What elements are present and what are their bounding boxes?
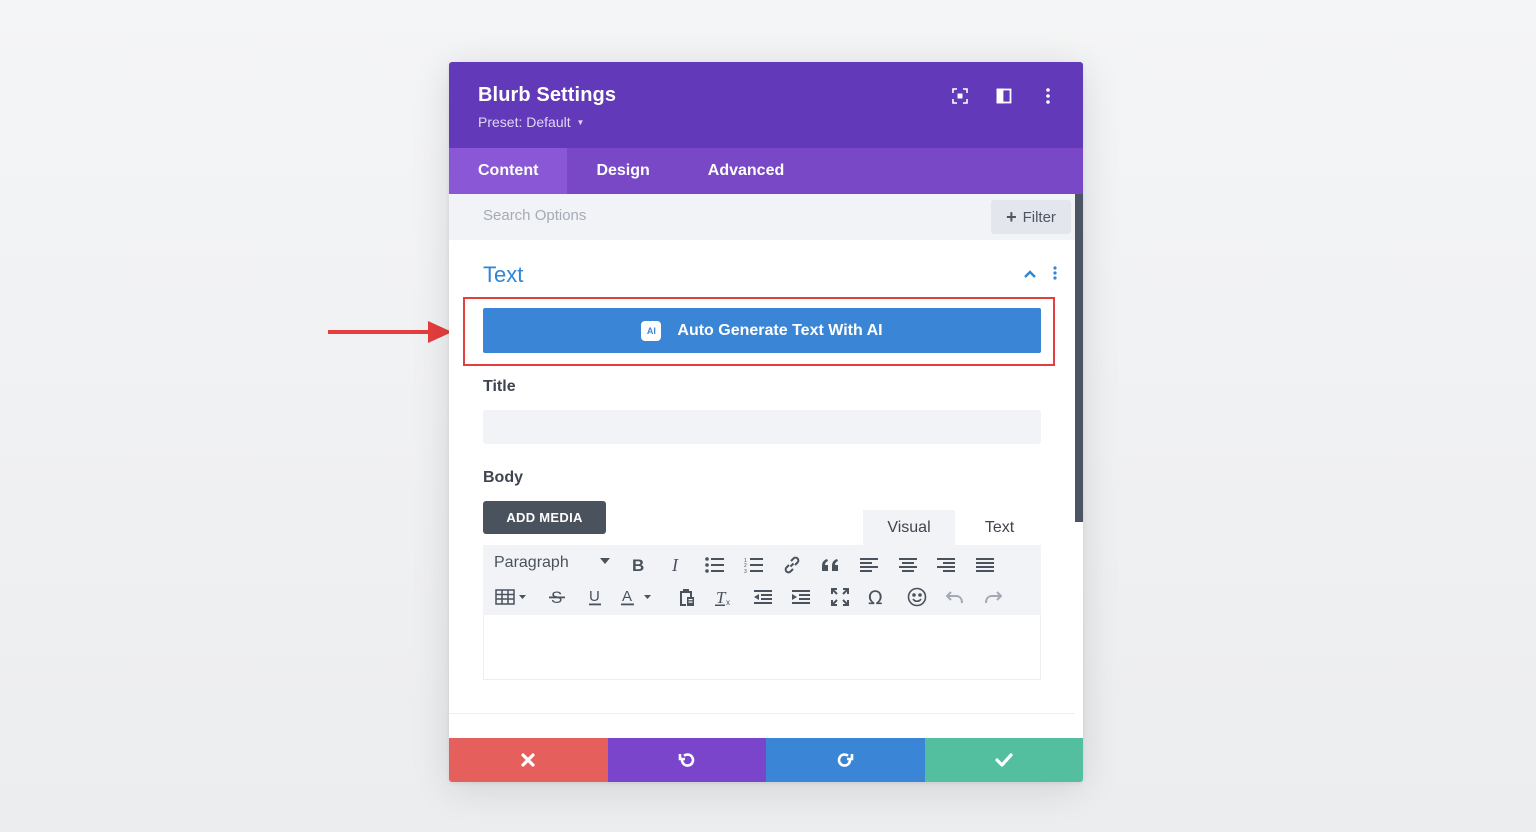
- focus-icon[interactable]: [949, 86, 971, 106]
- svg-text:I: I: [671, 557, 679, 573]
- preset-label: Preset: Default: [478, 114, 571, 130]
- redo-button[interactable]: [766, 738, 925, 782]
- search-input[interactable]: [483, 207, 883, 224]
- align-center-icon[interactable]: [896, 553, 920, 577]
- redo-icon: [837, 753, 854, 767]
- editor-tab-visual[interactable]: Visual: [863, 510, 955, 545]
- undo-icon: [678, 753, 695, 767]
- title-field[interactable]: [483, 410, 1041, 444]
- modal-footer: [449, 738, 1083, 782]
- blockquote-icon[interactable]: [819, 553, 843, 577]
- more-vertical-icon[interactable]: [1037, 86, 1059, 106]
- divider: [449, 713, 1075, 714]
- clear-formatting-icon[interactable]: T x: [712, 585, 736, 609]
- link-icon[interactable]: [780, 553, 804, 577]
- redo-icon[interactable]: [981, 585, 1005, 609]
- editor-tab-text[interactable]: Text: [958, 510, 1041, 545]
- align-right-icon[interactable]: [934, 553, 958, 577]
- underline-icon[interactable]: U: [583, 585, 607, 609]
- filter-label: Filter: [1022, 208, 1056, 226]
- toolbar-row-2: S U A T x Ω: [483, 582, 1041, 612]
- numbered-list-icon[interactable]: 1 2 3: [742, 553, 766, 577]
- tab-design[interactable]: Design: [567, 148, 678, 194]
- emoji-icon[interactable]: [905, 585, 929, 609]
- tab-content[interactable]: Content: [449, 148, 568, 194]
- body-editor[interactable]: [483, 615, 1041, 680]
- add-media-button[interactable]: ADD MEDIA: [483, 501, 606, 534]
- svg-text:x: x: [726, 598, 730, 606]
- editor-toolbar: Paragraph B I 1 2 3 S U A T x Ω: [483, 545, 1041, 615]
- svg-text:3: 3: [744, 569, 747, 573]
- format-select[interactable]: Paragraph: [494, 554, 569, 572]
- table-icon[interactable]: [494, 585, 530, 609]
- italic-icon[interactable]: I: [664, 553, 688, 577]
- save-button[interactable]: [924, 738, 1083, 782]
- section-title[interactable]: Text: [483, 262, 523, 288]
- blurb-settings-modal: Blurb Settings Preset: Default ▼ Content…: [449, 62, 1083, 782]
- tab-advanced[interactable]: Advanced: [679, 148, 813, 194]
- close-icon: [521, 753, 535, 767]
- align-left-icon[interactable]: [857, 553, 881, 577]
- bullet-list-icon[interactable]: [703, 553, 727, 577]
- title-label: Title: [483, 378, 516, 395]
- bold-icon[interactable]: B: [626, 553, 650, 577]
- caret-down-icon: ▼: [576, 118, 585, 127]
- outdent-icon[interactable]: [751, 585, 775, 609]
- preset-selector[interactable]: Preset: Default ▼: [478, 114, 584, 130]
- modal-header: Blurb Settings Preset: Default ▼: [449, 62, 1083, 148]
- undo-icon[interactable]: [943, 585, 967, 609]
- discard-button[interactable]: [449, 738, 608, 782]
- check-icon: [995, 753, 1013, 767]
- split-view-icon[interactable]: [993, 86, 1015, 106]
- scrollbar[interactable]: [1075, 194, 1083, 522]
- annotation-arrow-icon: [328, 321, 452, 343]
- settings-content: Text AI Auto Generate Text With AI Title…: [449, 240, 1075, 738]
- plus-icon: +: [1006, 207, 1017, 227]
- svg-text:A: A: [622, 588, 632, 605]
- indent-icon[interactable]: [789, 585, 813, 609]
- strikethrough-icon[interactable]: S: [545, 585, 569, 609]
- svg-text:B: B: [632, 557, 644, 573]
- body-label: Body: [483, 469, 523, 486]
- modal-title: Blurb Settings: [478, 84, 617, 106]
- settings-tabs: Content Design Advanced: [449, 148, 1083, 194]
- section-more-icon[interactable]: [1053, 266, 1057, 285]
- svg-text:U: U: [589, 588, 600, 605]
- fullscreen-icon[interactable]: [828, 585, 852, 609]
- text-color-icon[interactable]: A: [620, 585, 654, 609]
- special-character-icon[interactable]: Ω: [866, 585, 890, 609]
- svg-text:Ω: Ω: [868, 588, 883, 606]
- auto-generate-ai-button[interactable]: AI Auto Generate Text With AI: [483, 308, 1041, 353]
- caret-down-icon[interactable]: [600, 558, 610, 564]
- toolbar-row-1: Paragraph B I 1 2 3: [483, 550, 1041, 580]
- chevron-up-icon[interactable]: [1023, 266, 1037, 284]
- ai-icon: AI: [641, 320, 662, 341]
- filter-button[interactable]: + Filter: [991, 200, 1071, 234]
- ai-button-label: Auto Generate Text With AI: [677, 321, 883, 339]
- align-justify-icon[interactable]: [973, 553, 997, 577]
- header-actions: [949, 86, 1059, 106]
- paste-text-icon[interactable]: [674, 585, 698, 609]
- undo-button[interactable]: [607, 738, 766, 782]
- search-bar: + Filter: [449, 194, 1083, 240]
